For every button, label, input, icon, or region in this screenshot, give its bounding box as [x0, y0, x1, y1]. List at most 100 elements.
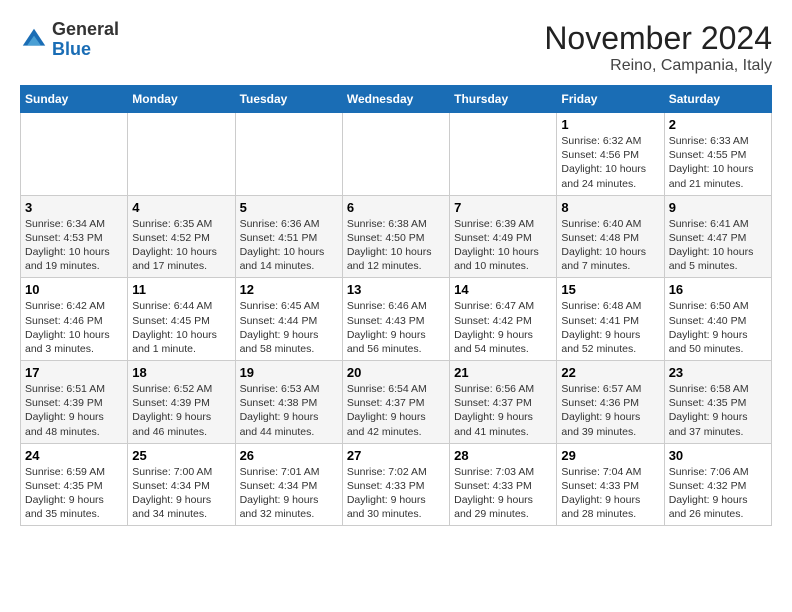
day-info: Sunrise: 7:01 AMSunset: 4:34 PMDaylight:… [240, 465, 338, 522]
calendar-cell [450, 113, 557, 196]
day-info: Sunrise: 6:56 AMSunset: 4:37 PMDaylight:… [454, 382, 552, 439]
calendar-cell: 18Sunrise: 6:52 AMSunset: 4:39 PMDayligh… [128, 361, 235, 444]
day-number: 9 [669, 200, 767, 215]
day-info: Sunrise: 6:47 AMSunset: 4:42 PMDaylight:… [454, 299, 552, 356]
page-header: General Blue November 2024 Reino, Campan… [20, 20, 772, 75]
day-info: Sunrise: 7:03 AMSunset: 4:33 PMDaylight:… [454, 465, 552, 522]
calendar-cell: 24 Sunrise: 6:59 AMSunset: 4:35 PMDayligh… [21, 443, 128, 526]
day-info: Sunrise: 7:06 AMSunset: 4:32 PMDaylight:… [669, 465, 767, 522]
day-info: Sunrise: 6:50 AMSunset: 4:40 PMDaylight:… [669, 299, 767, 356]
calendar-cell: 17 Sunrise: 6:51 AMSunset: 4:39 PMDayligh… [21, 361, 128, 444]
day-info: Sunrise: 6:59 AMSunset: 4:35 PMDaylight:… [25, 465, 123, 522]
day-number: 16 [669, 282, 767, 297]
calendar-cell [235, 113, 342, 196]
day-number: 24 [25, 448, 123, 463]
day-info: Sunrise: 6:38 AMSunset: 4:50 PMDaylight:… [347, 217, 445, 274]
calendar-cell: 2Sunrise: 6:33 AMSunset: 4:55 PMDaylight… [664, 113, 771, 196]
calendar-cell: 8 Sunrise: 6:40 AMSunset: 4:48 PMDaylight… [557, 195, 664, 278]
day-number: 3 [25, 200, 123, 215]
day-info: Sunrise: 6:42 AMSunset: 4:46 PMDaylight:… [25, 299, 123, 356]
day-info: Sunrise: 6:46 AMSunset: 4:43 PMDaylight:… [347, 299, 445, 356]
title-block: November 2024 Reino, Campania, Italy [544, 20, 772, 75]
calendar-cell: 30 Sunrise: 7:06 AMSunset: 4:32 PMDayligh… [664, 443, 771, 526]
day-number: 22 [561, 365, 659, 380]
day-info: Sunrise: 6:39 AMSunset: 4:49 PMDaylight:… [454, 217, 552, 274]
day-info: Sunrise: 6:34 AMSunset: 4:53 PMDaylight:… [25, 217, 123, 274]
day-info: Sunrise: 7:02 AMSunset: 4:33 PMDaylight:… [347, 465, 445, 522]
day-info: Sunrise: 7:04 AMSunset: 4:33 PMDaylight:… [561, 465, 659, 522]
calendar-week-row: 1Sunrise: 6:32 AMSunset: 4:56 PMDaylight… [21, 113, 772, 196]
day-number: 19 [240, 365, 338, 380]
calendar-week-row: 17 Sunrise: 6:51 AMSunset: 4:39 PMDayligh… [21, 361, 772, 444]
day-number: 5 [240, 200, 338, 215]
location-text: Reino, Campania, Italy [544, 57, 772, 75]
calendar-cell: 10 Sunrise: 6:42 AMSunset: 4:46 PMDayligh… [21, 278, 128, 361]
day-info: Sunrise: 6:44 AMSunset: 4:45 PMDaylight:… [132, 299, 230, 356]
day-number: 30 [669, 448, 767, 463]
day-number: 21 [454, 365, 552, 380]
calendar-cell: 1Sunrise: 6:32 AMSunset: 4:56 PMDaylight… [557, 113, 664, 196]
calendar-cell [342, 113, 449, 196]
day-info: Sunrise: 6:35 AMSunset: 4:52 PMDaylight:… [132, 217, 230, 274]
calendar-cell: 26 Sunrise: 7:01 AMSunset: 4:34 PMDayligh… [235, 443, 342, 526]
day-number: 28 [454, 448, 552, 463]
calendar-cell: 29Sunrise: 7:04 AMSunset: 4:33 PMDayligh… [557, 443, 664, 526]
day-info: Sunrise: 6:54 AMSunset: 4:37 PMDaylight:… [347, 382, 445, 439]
day-number: 4 [132, 200, 230, 215]
month-title: November 2024 [544, 20, 772, 57]
day-info: Sunrise: 6:36 AMSunset: 4:51 PMDaylight:… [240, 217, 338, 274]
calendar-cell [21, 113, 128, 196]
calendar-cell: 21 Sunrise: 6:56 AMSunset: 4:37 PMDayligh… [450, 361, 557, 444]
day-info: Sunrise: 6:51 AMSunset: 4:39 PMDaylight:… [25, 382, 123, 439]
calendar-cell: 15 Sunrise: 6:48 AMSunset: 4:41 PMDayligh… [557, 278, 664, 361]
calendar-cell: 6 Sunrise: 6:38 AMSunset: 4:50 PMDaylight… [342, 195, 449, 278]
day-info: Sunrise: 6:40 AMSunset: 4:48 PMDaylight:… [561, 217, 659, 274]
day-info: Sunrise: 6:57 AMSunset: 4:36 PMDaylight:… [561, 382, 659, 439]
calendar-cell: 5 Sunrise: 6:36 AMSunset: 4:51 PMDaylight… [235, 195, 342, 278]
day-number: 27 [347, 448, 445, 463]
calendar-week-row: 24 Sunrise: 6:59 AMSunset: 4:35 PMDayligh… [21, 443, 772, 526]
weekday-header-row: SundayMondayTuesdayWednesdayThursdayFrid… [21, 86, 772, 113]
day-info: Sunrise: 6:45 AMSunset: 4:44 PMDaylight:… [240, 299, 338, 356]
calendar-cell: 7 Sunrise: 6:39 AMSunset: 4:49 PMDaylight… [450, 195, 557, 278]
day-number: 23 [669, 365, 767, 380]
weekday-header: Friday [557, 86, 664, 113]
calendar-cell [128, 113, 235, 196]
day-info: Sunrise: 6:48 AMSunset: 4:41 PMDaylight:… [561, 299, 659, 356]
calendar-cell: 23Sunrise: 6:58 AMSunset: 4:35 PMDayligh… [664, 361, 771, 444]
weekday-header: Thursday [450, 86, 557, 113]
calendar-cell: 12 Sunrise: 6:45 AMSunset: 4:44 PMDayligh… [235, 278, 342, 361]
logo: General Blue [20, 20, 119, 60]
calendar-week-row: 10 Sunrise: 6:42 AMSunset: 4:46 PMDayligh… [21, 278, 772, 361]
day-number: 11 [132, 282, 230, 297]
logo-blue-text: Blue [52, 39, 91, 59]
calendar-cell: 16 Sunrise: 6:50 AMSunset: 4:40 PMDayligh… [664, 278, 771, 361]
day-number: 10 [25, 282, 123, 297]
day-info: Sunrise: 6:53 AMSunset: 4:38 PMDaylight:… [240, 382, 338, 439]
calendar-week-row: 3 Sunrise: 6:34 AMSunset: 4:53 PMDaylight… [21, 195, 772, 278]
calendar-table: SundayMondayTuesdayWednesdayThursdayFrid… [20, 85, 772, 526]
day-number: 15 [561, 282, 659, 297]
calendar-cell: 13 Sunrise: 6:46 AMSunset: 4:43 PMDayligh… [342, 278, 449, 361]
calendar-cell: 20 Sunrise: 6:54 AMSunset: 4:37 PMDayligh… [342, 361, 449, 444]
day-number: 6 [347, 200, 445, 215]
day-number: 25 [132, 448, 230, 463]
calendar-cell: 4 Sunrise: 6:35 AMSunset: 4:52 PMDaylight… [128, 195, 235, 278]
day-number: 14 [454, 282, 552, 297]
day-number: 7 [454, 200, 552, 215]
day-number: 12 [240, 282, 338, 297]
day-number: 17 [25, 365, 123, 380]
logo-icon [20, 26, 48, 54]
day-number: 20 [347, 365, 445, 380]
calendar-cell: 27 Sunrise: 7:02 AMSunset: 4:33 PMDayligh… [342, 443, 449, 526]
day-info: Sunrise: 7:00 AMSunset: 4:34 PMDaylight:… [132, 465, 230, 522]
day-info: Sunrise: 6:52 AMSunset: 4:39 PMDaylight:… [132, 382, 230, 439]
calendar-cell: 22 Sunrise: 6:57 AMSunset: 4:36 PMDayligh… [557, 361, 664, 444]
day-number: 13 [347, 282, 445, 297]
weekday-header: Saturday [664, 86, 771, 113]
day-number: 8 [561, 200, 659, 215]
day-number: 26 [240, 448, 338, 463]
calendar-cell: 9Sunrise: 6:41 AMSunset: 4:47 PMDaylight… [664, 195, 771, 278]
logo-general-text: General [52, 19, 119, 39]
weekday-header: Monday [128, 86, 235, 113]
